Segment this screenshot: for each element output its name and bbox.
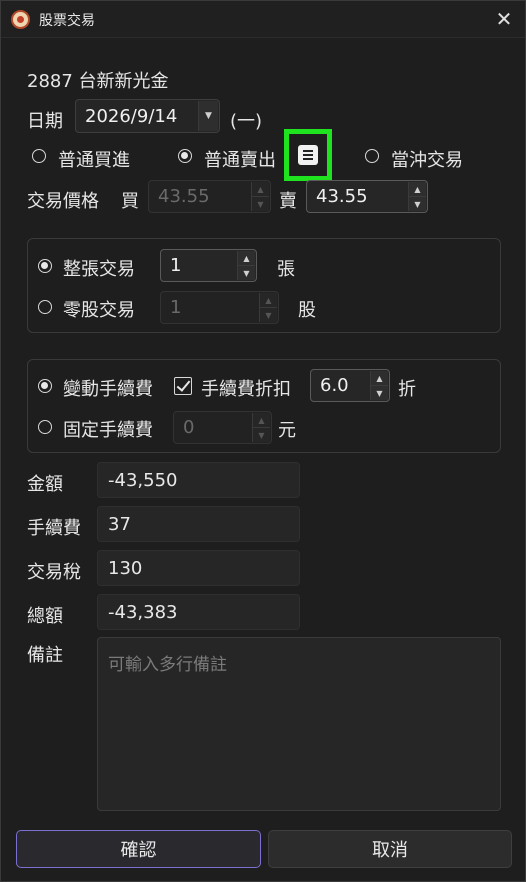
date-picker[interactable]: 2026/9/14 ▼ (75, 99, 220, 133)
total-field: -43,383 (97, 594, 300, 630)
odd-lot-stepper: ▲ ▼ (259, 293, 277, 322)
radio-variable-fee[interactable] (38, 379, 52, 393)
discount-checkbox[interactable] (174, 377, 192, 395)
fixed-fee-unit: 元 (278, 420, 296, 441)
stock-name: 2887 台新新光金 (27, 71, 169, 92)
variable-fee-label: 變動手續費 (63, 379, 153, 400)
discount-label: 手續費折扣 (201, 379, 291, 400)
fixed-fee-value: 0 (183, 417, 195, 438)
confirm-button[interactable]: 確認 (16, 830, 261, 868)
radio-odd-lot[interactable] (38, 300, 52, 314)
tax-label: 交易稅 (27, 562, 81, 583)
tax-value: 130 (108, 557, 143, 579)
buy-price-input: 43.55 ▲ ▼ (148, 180, 271, 213)
radio-whole-lot[interactable] (38, 259, 52, 273)
radio-sell-label: 普通賣出 (204, 150, 276, 171)
whole-lot-value: 1 (170, 255, 182, 276)
amount-value: -43,550 (108, 469, 178, 491)
fixed-fee-label: 固定手續費 (63, 420, 153, 441)
memo-label: 備註 (27, 645, 63, 666)
radio-buy-label: 普通買進 (58, 150, 130, 171)
window-title: 股票交易 (39, 13, 95, 29)
fixed-fee-input: 0 ▲ ▼ (173, 411, 272, 444)
price-label: 交易價格 (27, 191, 99, 212)
cancel-button[interactable]: 取消 (268, 830, 512, 868)
chevron-down-icon[interactable]: ▼ (198, 101, 218, 131)
whole-lot-unit: 張 (277, 259, 295, 280)
memo-textarea[interactable]: 可輸入多行備註 (97, 637, 501, 811)
memo-placeholder: 可輸入多行備註 (108, 655, 227, 675)
fee-value: 37 (108, 513, 131, 535)
whole-lot-stepper[interactable]: ▲ ▼ (237, 251, 255, 280)
sell-price-input[interactable]: 43.55 ▲ ▼ (306, 180, 428, 213)
date-label: 日期 (27, 111, 63, 132)
radio-sell[interactable] (178, 149, 192, 163)
radio-daytrade-label: 當沖交易 (391, 150, 463, 171)
whole-lot-input[interactable]: 1 ▲ ▼ (160, 249, 257, 282)
amount-label: 金額 (27, 474, 63, 495)
discount-input[interactable]: 6.0 ▲ ▼ (310, 369, 390, 402)
trade-dialog: 股票交易 ✕ 2887 台新新光金 日期 2026/9/14 ▼ (一) 普通買… (0, 0, 526, 882)
total-label: 總額 (27, 606, 63, 627)
radio-daytrade[interactable] (365, 149, 379, 163)
odd-lot-label: 零股交易 (63, 300, 135, 321)
fixed-fee-stepper: ▲ ▼ (252, 413, 270, 442)
discount-unit: 折 (398, 379, 416, 400)
odd-lot-input: 1 ▲ ▼ (160, 291, 279, 324)
app-icon (11, 10, 30, 29)
sell-price-label: 賣 (279, 191, 297, 212)
title-bar: 股票交易 ✕ (1, 1, 525, 38)
sell-price-stepper[interactable]: ▲ ▼ (408, 182, 426, 211)
discount-stepper[interactable]: ▲ ▼ (370, 371, 388, 400)
odd-lot-value: 1 (170, 297, 182, 318)
fee-label: 手續費 (27, 518, 81, 539)
whole-lot-label: 整張交易 (63, 259, 135, 280)
amount-field: -43,550 (97, 462, 300, 498)
close-icon[interactable]: ✕ (491, 7, 517, 31)
buy-price-stepper: ▲ ▼ (251, 182, 269, 211)
odd-lot-unit: 股 (298, 300, 316, 321)
buy-price-value: 43.55 (158, 186, 210, 207)
total-value: -43,383 (108, 601, 178, 623)
date-value: 2026/9/14 (85, 105, 178, 127)
radio-buy[interactable] (32, 149, 46, 163)
note-icon (298, 145, 318, 165)
note-button[interactable] (284, 129, 332, 181)
tax-field: 130 (97, 550, 300, 586)
fee-field: 37 (97, 506, 300, 542)
discount-value: 6.0 (320, 375, 349, 396)
sell-price-value: 43.55 (316, 186, 368, 207)
weekday-label: (一) (230, 111, 263, 132)
radio-fixed-fee[interactable] (38, 420, 52, 434)
buy-price-label: 買 (121, 191, 139, 212)
